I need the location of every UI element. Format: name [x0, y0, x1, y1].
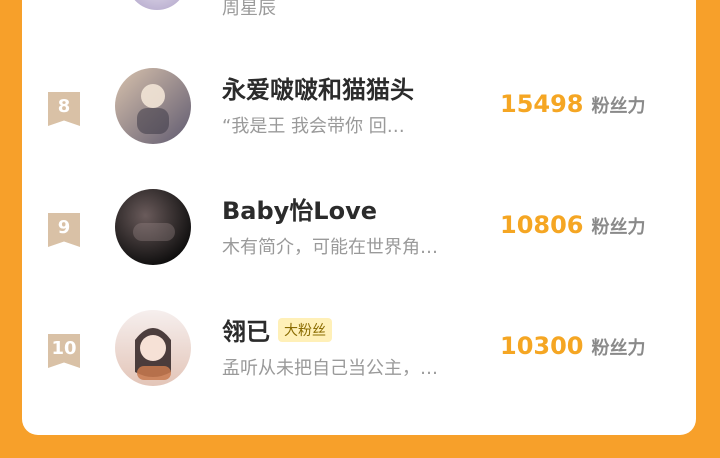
- avatar: [127, 0, 187, 10]
- user-bio: 孟听从未把自己当公主，…: [222, 358, 438, 379]
- user-bio: 木有简介，可能在世界角…: [222, 237, 438, 258]
- rank-badge: 10: [48, 334, 80, 368]
- rank-badge: 8: [48, 92, 80, 126]
- ranking-row[interactable]: 10 翎已 大粉丝 孟听从未把自己当公主，… 10300 粉丝力: [22, 310, 696, 420]
- ranking-row[interactable]: 8 永爱啵啵和猫猫头 “我是王 我会带你 回… 15498 粉丝力: [22, 68, 696, 178]
- avatar[interactable]: [115, 189, 191, 265]
- avatar[interactable]: [115, 68, 191, 144]
- fan-power-score: 15498: [500, 90, 584, 118]
- fan-power-unit: 粉丝力: [591, 338, 646, 359]
- user-name: Baby怡Love: [222, 197, 378, 225]
- fan-power-score: 10806: [500, 211, 584, 239]
- fan-level-badge: 大粉丝: [278, 317, 332, 342]
- user-bio: “我是王 我会带你 回…: [222, 116, 405, 137]
- fan-power-score: 10300: [500, 332, 584, 360]
- rank-badge: 9: [48, 213, 80, 247]
- fan-power-unit: 粉丝力: [591, 217, 646, 238]
- fan-power-unit: 粉丝力: [591, 96, 646, 117]
- user-bio: 周星辰: [222, 0, 276, 19]
- user-name: 翎已: [222, 318, 270, 346]
- user-name: 永爱啵啵和猫猫头: [222, 76, 414, 104]
- ranking-card: 周星辰 8 永爱啵啵和猫猫头 “我是王 我会带你 回… 15498 粉丝力 9 …: [22, 0, 696, 435]
- ranking-row[interactable]: 9 Baby怡Love 木有简介，可能在世界角… 10806 粉丝力: [22, 189, 696, 299]
- ranking-row-partial[interactable]: 周星辰: [22, 0, 696, 20]
- avatar[interactable]: [115, 310, 191, 386]
